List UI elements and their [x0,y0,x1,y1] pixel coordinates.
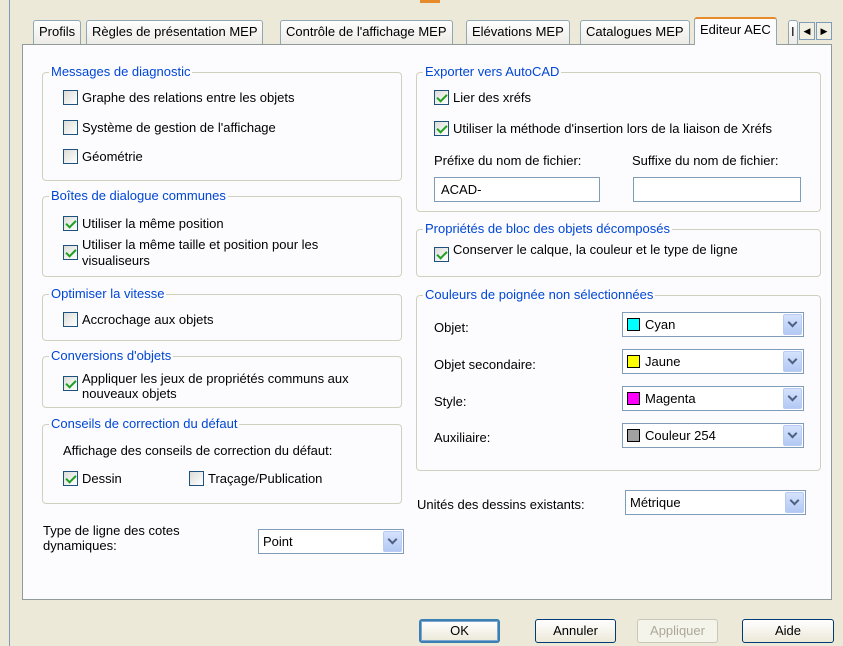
insert-method-checkbox[interactable]: Utiliser la méthode d'insertion lors de … [434,121,772,137]
chevron-down-icon[interactable] [783,314,802,335]
tab-scroll-left-icon[interactable]: ◀ [799,22,815,40]
suffix-label: Suffixe du nom de fichier: [632,153,779,168]
checkbox-box[interactable] [189,471,204,486]
apply-button[interactable]: Appliquer [637,619,718,643]
tab-elevations[interactable]: Elévations MEP [466,20,570,44]
gray-swatch [627,429,640,442]
ok-button[interactable]: OK [419,619,500,643]
fix-advice-group: Conseils de correction du défaut [42,416,402,504]
chevron-down-icon[interactable] [383,531,402,552]
suffix-input[interactable] [633,177,801,202]
graph-relations-checkbox[interactable]: Graphe des relations entre les objets [63,90,294,106]
cancel-button[interactable]: Annuler [535,619,616,643]
checkbox-box[interactable] [63,245,78,260]
apply-property-sets-checkbox[interactable]: Appliquer les jeux de propriétés communs… [63,371,393,401]
grip-auxiliary-select[interactable]: Couleur 254 [622,423,804,448]
grip-style-select[interactable]: Magenta [622,386,804,411]
linetype-select[interactable]: Point [258,529,404,554]
prefix-label: Préfixe du nom de fichier: [434,153,582,168]
checkbox-box[interactable] [434,90,449,105]
block-properties-title: Propriétés de bloc des objets décomposés [423,221,672,236]
geometry-checkbox[interactable]: Géométrie [63,149,143,165]
linetype-label: Type de ligne des cotes dynamiques: [43,523,180,553]
grip-style-value: Magenta [645,391,696,406]
checkbox-label: Appliquer les jeux de propriétés communs… [82,371,349,401]
tab-controle-affichage[interactable]: Contrôle de l'affichage MEP [280,20,453,44]
grip-object-select[interactable]: Cyan [622,312,804,337]
object-conversions-title: Conversions d'objets [49,348,174,363]
export-autocad-title: Exporter vers AutoCAD [423,64,562,79]
tab-scroll-right-icon[interactable]: ▶ [816,22,832,40]
grip-secondary-value: Jaune [645,354,681,369]
checkbox-label: Graphe des relations entre les objets [82,90,295,105]
diagnostic-title: Messages de diagnostic [49,64,193,79]
magenta-swatch [627,392,640,405]
checkbox-label: Traçage/Publication [208,471,323,486]
checkbox-box[interactable] [434,247,449,262]
chevron-down-icon[interactable] [783,425,802,446]
prefix-input[interactable]: ACAD- [434,177,600,202]
grip-auxiliary-label: Auxiliaire: [434,430,491,445]
same-position-checkbox[interactable]: Utiliser la même position [63,216,224,232]
grip-secondary-label: Objet secondaire: [434,357,536,372]
units-select[interactable]: Métrique [625,490,806,515]
checkbox-label: Géométrie [82,149,143,164]
same-size-position-checkbox[interactable]: Utiliser la même taille et position pour… [63,237,383,269]
bind-xrefs-checkbox[interactable]: Lier des xréfs [434,90,531,106]
chevron-down-icon[interactable] [783,351,802,372]
drawing-checkbox[interactable]: Dessin [63,471,122,487]
units-label: Unités des dessins existants: [417,497,585,512]
tab-editeur-aec[interactable]: Editeur AEC [694,17,777,45]
checkbox-box[interactable] [63,312,78,327]
checkbox-label: Utiliser la méthode d'insertion lors de … [453,121,772,136]
checkbox-box[interactable] [434,121,449,136]
grip-auxiliary-value: Couleur 254 [645,428,716,443]
checkbox-label: Utiliser la même taille et position pour… [82,237,319,268]
fix-advice-subtitle: Affichage des conseils de correction du … [63,443,333,458]
checkbox-label: Système de gestion de l'affichage [82,120,276,135]
object-snap-checkbox[interactable]: Accrochage aux objets [63,312,214,328]
tab-catalogues[interactable]: Catalogues MEP [580,20,690,44]
chevron-down-icon[interactable] [785,492,804,513]
grip-object-label: Objet: [434,320,469,335]
checkbox-box[interactable] [63,471,78,486]
common-dialogs-title: Boîtes de dialogue communes [49,188,228,203]
optimize-speed-title: Optimiser la vitesse [49,286,167,301]
checkbox-label: Accrochage aux objets [82,312,214,327]
help-button[interactable]: Aide [742,619,834,643]
window-edge [0,0,10,646]
yellow-swatch [627,355,640,368]
tab-profils[interactable]: Profils [33,20,82,44]
grip-colors-title: Couleurs de poignée non sélectionnées [423,287,656,302]
tab-regles-presentation[interactable]: Règles de présentation MEP [86,20,264,44]
units-value: Métrique [630,495,681,510]
title-accent [420,0,440,3]
keep-layer-checkbox[interactable]: Conserver le calque, la couleur et le ty… [434,242,764,262]
checkbox-label: Utiliser la même position [82,216,224,231]
plot-publish-checkbox[interactable]: Traçage/Publication [189,471,322,487]
fix-advice-title: Conseils de correction du défaut [49,416,240,431]
checkbox-box[interactable] [63,120,78,135]
grip-secondary-select[interactable]: Jaune [622,349,804,374]
checkbox-label: Dessin [82,471,122,486]
checkbox-box[interactable] [63,90,78,105]
display-system-checkbox[interactable]: Système de gestion de l'affichage [63,120,276,136]
checkbox-box[interactable] [63,216,78,231]
cyan-swatch [627,318,640,331]
grip-object-value: Cyan [645,317,676,332]
tab-overflow[interactable]: I [788,20,798,44]
checkbox-box[interactable] [63,376,78,391]
checkbox-box[interactable] [63,149,78,164]
linetype-value: Point [263,534,293,549]
checkbox-label: Lier des xréfs [453,90,532,105]
chevron-down-icon[interactable] [783,388,802,409]
grip-style-label: Style: [434,394,467,409]
checkbox-label: Conserver le calque, la couleur et le ty… [453,242,738,257]
